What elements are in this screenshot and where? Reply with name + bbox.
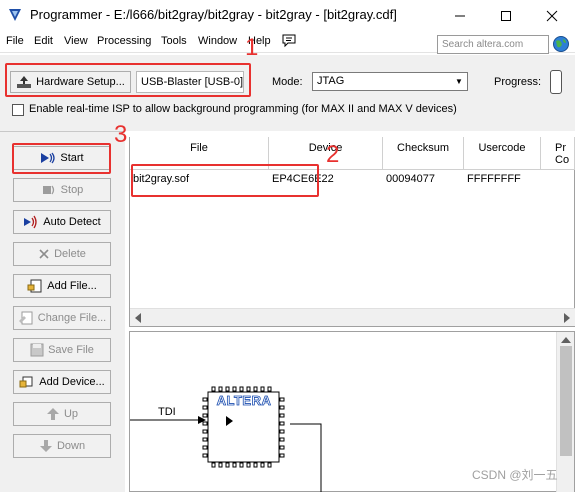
- auto-detect-button[interactable]: Auto Detect: [13, 210, 111, 234]
- save-file-button[interactable]: Save File: [13, 338, 111, 362]
- scroll-right-icon[interactable]: [563, 313, 571, 323]
- down-button[interactable]: Down: [13, 434, 111, 458]
- change-file-icon: [18, 311, 33, 325]
- tdi-label: TDI: [158, 406, 176, 418]
- menu-edit[interactable]: Edit: [34, 35, 53, 47]
- mode-label: Mode:: [272, 76, 303, 88]
- annotation-box-1: [5, 63, 251, 97]
- row-checksum: 00094077: [386, 173, 435, 185]
- add-device-button[interactable]: Add Device...: [13, 370, 111, 394]
- delete-button[interactable]: Delete: [13, 242, 111, 266]
- globe-icon[interactable]: [552, 35, 570, 53]
- chevron-down-icon: ▼: [455, 77, 463, 86]
- menu-window[interactable]: Window: [198, 35, 237, 47]
- maximize-icon: [501, 10, 511, 21]
- isp-label: Enable real-time ISP to allow background…: [29, 103, 457, 115]
- altera-logo: ALTERA: [216, 393, 272, 409]
- add-device-label: Add Device...: [39, 376, 105, 388]
- column-header-program-config[interactable]: Pr Co: [541, 137, 575, 170]
- mode-value: JTAG: [317, 75, 345, 87]
- isp-checkbox[interactable]: [12, 104, 24, 116]
- annotation-marker-2: 2: [326, 141, 340, 168]
- stop-button[interactable]: Stop: [13, 178, 111, 202]
- speech-bubble-icon[interactable]: [281, 33, 297, 49]
- search-input[interactable]: Search altera.com: [437, 35, 549, 54]
- annotation-marker-3: 3: [114, 121, 128, 148]
- scroll-thumb[interactable]: [560, 346, 572, 456]
- add-file-label: Add File...: [47, 280, 97, 292]
- menu-file[interactable]: File: [6, 35, 24, 47]
- close-button[interactable]: [529, 0, 575, 31]
- scroll-up-icon[interactable]: [561, 336, 571, 344]
- watermark: CSDN @刘一五: [472, 468, 558, 482]
- progress-bar: [550, 70, 562, 94]
- column-header-checksum[interactable]: Checksum: [383, 137, 464, 170]
- menu-view[interactable]: View: [64, 35, 88, 47]
- change-file-label: Change File...: [37, 312, 107, 324]
- delete-icon: [39, 249, 49, 259]
- stop-label: Stop: [60, 184, 84, 196]
- close-icon: [546, 10, 558, 21]
- down-icon: [39, 440, 52, 452]
- auto-detect-icon: [24, 215, 37, 229]
- down-label: Down: [56, 440, 86, 452]
- row-usercode: FFFFFFFF: [467, 173, 521, 185]
- column-header-usercode[interactable]: Usercode: [464, 137, 541, 170]
- up-button[interactable]: Up: [13, 402, 111, 426]
- add-file-button[interactable]: Add File...: [13, 274, 111, 298]
- up-icon: [46, 408, 59, 420]
- mode-select[interactable]: JTAG ▼: [312, 72, 468, 91]
- save-file-label: Save File: [48, 344, 94, 356]
- minimize-icon: [455, 15, 465, 16]
- annotation-marker-1: 1: [245, 34, 259, 61]
- programmer-app-icon: [9, 9, 21, 21]
- maximize-button[interactable]: [483, 0, 529, 31]
- save-file-icon: [30, 343, 44, 357]
- up-label: Up: [63, 408, 79, 420]
- stop-icon: [42, 185, 54, 195]
- vertical-scrollbar[interactable]: [556, 332, 574, 492]
- horizontal-scrollbar[interactable]: [130, 308, 575, 326]
- window-title: Programmer - E:/l666/bit2gray/bit2gray -…: [30, 7, 397, 22]
- scroll-left-icon[interactable]: [134, 313, 142, 323]
- annotation-box-3: [12, 143, 111, 174]
- add-device-icon: [19, 376, 33, 388]
- menu-processing[interactable]: Processing: [97, 35, 151, 47]
- change-file-button[interactable]: Change File...: [13, 306, 111, 330]
- add-file-icon: [27, 279, 42, 293]
- progress-label: Progress:: [494, 76, 542, 88]
- auto-detect-label: Auto Detect: [43, 216, 101, 228]
- minimize-button[interactable]: [437, 0, 483, 31]
- delete-label: Delete: [54, 248, 86, 260]
- annotation-box-2: [131, 164, 319, 197]
- menu-tools[interactable]: Tools: [161, 35, 187, 47]
